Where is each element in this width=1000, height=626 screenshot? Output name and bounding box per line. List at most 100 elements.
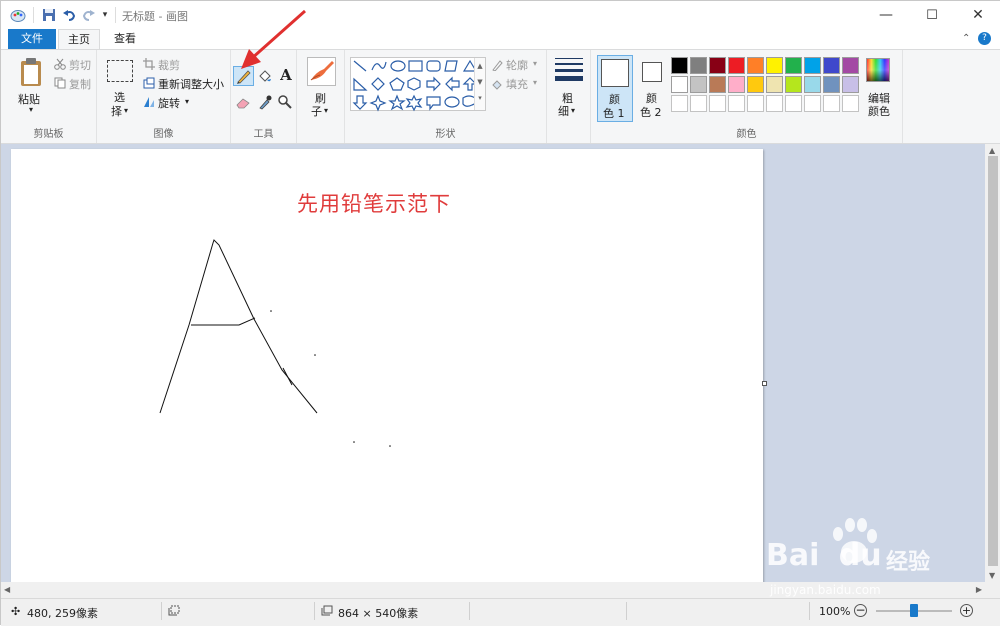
paint-app-icon[interactable]	[9, 7, 27, 23]
fill-button[interactable]: 填充	[506, 76, 528, 92]
canvas-resize-handle[interactable]	[762, 381, 767, 386]
color-swatch[interactable]	[823, 57, 840, 74]
custom-color-slot[interactable]	[747, 95, 764, 112]
tab-file[interactable]: 文件	[8, 29, 56, 49]
collapse-ribbon-icon[interactable]: ⌃	[962, 33, 970, 44]
rotate-icon[interactable]	[143, 96, 155, 108]
crop-button[interactable]: 裁剪	[158, 57, 180, 73]
color-swatch[interactable]	[709, 76, 726, 93]
scroll-up-icon[interactable]: ▲	[989, 146, 995, 155]
vertical-scrollbar[interactable]: ▲ ▼	[985, 144, 1000, 598]
help-icon[interactable]: ?	[978, 32, 991, 45]
color-swatch[interactable]	[804, 57, 821, 74]
brushes-button-bottom[interactable]: 子	[311, 103, 322, 119]
paste-icon[interactable]	[19, 57, 45, 87]
minimize-button[interactable]: —	[863, 1, 909, 29]
rotate-dropdown-icon[interactable]: ▾	[185, 97, 189, 106]
close-button[interactable]: ✕	[955, 1, 1000, 29]
edit-colors-icon[interactable]	[866, 58, 890, 82]
eraser-icon[interactable]	[235, 95, 251, 109]
zoom-out-button[interactable]: −	[854, 604, 867, 617]
color-swatch[interactable]	[671, 57, 688, 74]
select-dropdown-icon[interactable]: ▾	[124, 106, 128, 115]
paste-dropdown-icon[interactable]: ▾	[29, 105, 33, 114]
size-button-bottom[interactable]: 细	[558, 103, 569, 119]
divider	[115, 7, 116, 23]
custom-color-slot[interactable]	[766, 95, 783, 112]
fill-dropdown-icon[interactable]: ▾	[533, 78, 537, 87]
outline-icon[interactable]	[491, 59, 503, 72]
outline-button[interactable]: 轮廓	[506, 57, 528, 73]
color-swatch[interactable]	[785, 57, 802, 74]
outline-dropdown-icon[interactable]: ▾	[533, 59, 537, 68]
size-line	[555, 69, 583, 72]
brush-icon[interactable]	[307, 57, 336, 86]
custom-color-slot[interactable]	[804, 95, 821, 112]
image-group: 选 择 ▾ 裁剪 重新调整大小 旋转 ▾ 图像	[97, 50, 231, 143]
resize-button[interactable]: 重新调整大小	[158, 76, 224, 92]
tools-group-label: 工具	[253, 129, 274, 140]
color-swatch[interactable]	[709, 57, 726, 74]
custom-color-slot[interactable]	[823, 95, 840, 112]
color-picker-icon[interactable]	[257, 94, 273, 110]
colors-group-label: 颜色	[736, 129, 757, 140]
tab-view[interactable]: 查看	[105, 29, 145, 49]
customize-toolbar-icon[interactable]: ▾	[99, 7, 111, 23]
zoom-slider[interactable]	[876, 604, 952, 617]
magnifier-icon[interactable]	[277, 94, 293, 110]
edit-colors-label-bottom[interactable]: 颜色	[868, 103, 890, 119]
color-swatch[interactable]	[804, 76, 821, 93]
save-icon[interactable]	[41, 7, 57, 23]
custom-color-slot[interactable]	[671, 95, 688, 112]
rotate-button[interactable]: 旋转	[158, 95, 180, 111]
custom-color-slot[interactable]	[728, 95, 745, 112]
shapes-scroll[interactable]: ▲ ▼ ▾	[474, 58, 485, 110]
custom-color-slot[interactable]	[690, 95, 707, 112]
custom-color-slot[interactable]	[785, 95, 802, 112]
zoom-slider-thumb[interactable]	[910, 604, 918, 617]
color-swatch[interactable]	[690, 57, 707, 74]
color2-button[interactable]: 颜 色 2	[635, 55, 671, 122]
cut-button[interactable]: 剪切	[69, 57, 91, 73]
vertical-scroll-thumb[interactable]	[988, 156, 998, 566]
shapes-gallery[interactable]	[350, 57, 486, 112]
color-swatch[interactable]	[747, 57, 764, 74]
copy-button[interactable]: 复制	[69, 76, 91, 92]
horizontal-scrollbar[interactable]: ◀ ▶	[1, 582, 985, 598]
color-swatch[interactable]	[842, 76, 859, 93]
color-swatch[interactable]	[671, 76, 688, 93]
color1-button[interactable]: 颜 色 1	[597, 55, 633, 122]
scroll-down-icon[interactable]: ▼	[989, 571, 995, 580]
resize-icon[interactable]	[143, 77, 155, 89]
color-swatch[interactable]	[747, 76, 764, 93]
size-dropdown-icon[interactable]: ▾	[571, 106, 575, 115]
color-swatch[interactable]	[766, 76, 783, 93]
color-swatch[interactable]	[766, 57, 783, 74]
color-swatch[interactable]	[823, 76, 840, 93]
color2-swatch	[642, 62, 662, 82]
cut-icon[interactable]	[54, 58, 66, 70]
tab-home[interactable]: 主页	[58, 29, 100, 50]
fill-icon[interactable]	[491, 78, 503, 90]
scroll-right-icon[interactable]: ▶	[976, 585, 982, 594]
undo-icon[interactable]	[61, 7, 77, 23]
annotation-arrow-icon	[241, 9, 306, 69]
redo-icon[interactable]	[81, 7, 97, 23]
color-swatch[interactable]	[728, 76, 745, 93]
crop-icon[interactable]	[143, 58, 155, 70]
custom-color-slot[interactable]	[842, 95, 859, 112]
color-swatch[interactable]	[690, 76, 707, 93]
custom-color-slot[interactable]	[709, 95, 726, 112]
color-swatch[interactable]	[785, 76, 802, 93]
copy-icon[interactable]	[54, 77, 66, 89]
zoom-in-button[interactable]: +	[960, 604, 973, 617]
line-size-icon[interactable]	[555, 58, 583, 84]
maximize-button[interactable]: ☐	[909, 1, 955, 29]
color-swatch[interactable]	[728, 57, 745, 74]
color-swatch[interactable]	[842, 57, 859, 74]
select-button-bottom[interactable]: 择	[111, 103, 122, 119]
brushes-dropdown-icon[interactable]: ▾	[324, 106, 328, 115]
select-icon[interactable]	[107, 60, 133, 82]
colors-group: 颜 色 1 颜 色 2 编辑 颜色 颜色	[591, 50, 903, 143]
scroll-left-icon[interactable]: ◀	[4, 585, 10, 594]
